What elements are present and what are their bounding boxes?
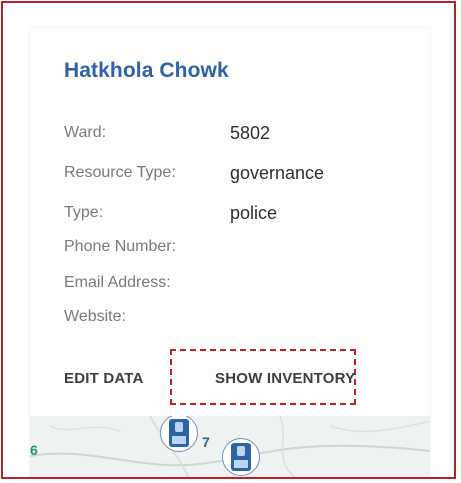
phone-label: Phone Number:	[64, 238, 177, 255]
website-label: Website:	[64, 308, 126, 325]
place-title: Hatkhola Chowk	[64, 59, 229, 82]
cluster-count: 7	[202, 434, 210, 450]
email-row: Email Address:	[64, 274, 230, 292]
info-card: Hatkhola Chowk Ward: 5802 Resource Type:…	[30, 28, 430, 477]
ward-value: 5802	[230, 123, 271, 143]
outer-frame: Hatkhola Chowk Ward: 5802 Resource Type:…	[1, 1, 456, 479]
marker-tile	[169, 419, 189, 447]
map-preview[interactable]: 6 7	[30, 416, 430, 477]
map-edge-label: 6	[30, 442, 38, 458]
building-icon[interactable]	[222, 438, 260, 476]
website-row: Website:	[64, 308, 230, 326]
type-row: Type: police	[64, 203, 277, 223]
resource-type-label: Resource Type:	[64, 164, 176, 181]
resource-type-row: Resource Type: governance	[64, 163, 324, 183]
phone-row: Phone Number:	[64, 238, 230, 256]
type-value: police	[230, 203, 278, 223]
resource-type-value: governance	[230, 163, 325, 183]
edit-data-button[interactable]: EDIT DATA	[64, 370, 144, 387]
show-inventory-button[interactable]: SHOW INVENTORY	[215, 370, 355, 387]
type-label: Type:	[64, 204, 104, 221]
email-label: Email Address:	[64, 274, 171, 291]
ward-label: Ward:	[64, 124, 107, 141]
ward-row: Ward: 5802	[64, 123, 270, 143]
marker-tile	[231, 443, 251, 471]
